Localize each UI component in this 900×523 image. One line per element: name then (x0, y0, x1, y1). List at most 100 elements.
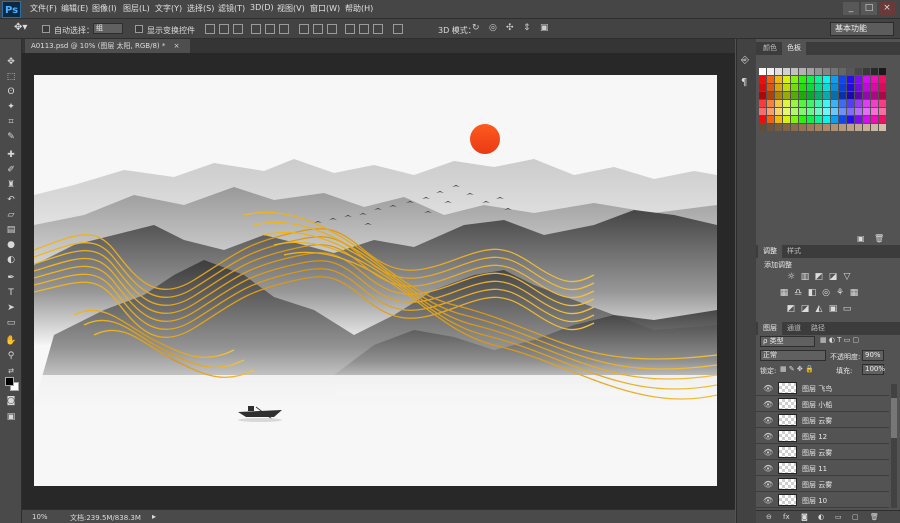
swatch[interactable] (799, 68, 806, 75)
layers-scrollbar-thumb[interactable] (891, 398, 897, 438)
swatch[interactable] (759, 116, 766, 123)
swatch[interactable] (823, 76, 830, 83)
color-balance-icon[interactable]: ♎ (793, 288, 803, 298)
swatch[interactable] (759, 92, 766, 99)
menu-layer[interactable]: 图层(L) (123, 3, 150, 14)
swatch[interactable] (823, 108, 830, 115)
swatch[interactable] (799, 108, 806, 115)
auto-select-dropdown[interactable]: 组 (93, 23, 123, 34)
swatch[interactable] (759, 76, 766, 83)
swatch[interactable] (863, 108, 870, 115)
brightness-icon[interactable]: ☼ (786, 272, 796, 282)
visibility-eye-icon[interactable]: 👁 (763, 480, 773, 489)
swatch[interactable] (783, 100, 790, 107)
swatch[interactable] (855, 84, 862, 91)
curves-icon[interactable]: ◩ (814, 272, 824, 282)
swatch[interactable] (831, 92, 838, 99)
swatch[interactable] (879, 76, 886, 83)
swatch[interactable] (767, 84, 774, 91)
marquee-tool-icon[interactable]: ⬚ (4, 71, 18, 84)
swatch[interactable] (839, 84, 846, 91)
swatch[interactable] (871, 116, 878, 123)
swatch[interactable] (839, 116, 846, 123)
swatch[interactable] (775, 92, 782, 99)
swatch[interactable] (775, 84, 782, 91)
opacity-field[interactable]: 90% (862, 350, 884, 361)
tab-adjustments[interactable]: 调整 (758, 245, 782, 258)
layer-row[interactable]: 👁 图层 云雾 (756, 412, 889, 428)
distribute-vcenter-icon[interactable] (313, 24, 323, 34)
swatch[interactable] (879, 116, 886, 123)
distribute-right-icon[interactable] (373, 24, 383, 34)
swatch[interactable] (863, 76, 870, 83)
swatch[interactable] (783, 124, 790, 131)
menu-window[interactable]: 窗口(W) (310, 3, 340, 14)
menu-filter[interactable]: 滤镜(T) (218, 3, 245, 14)
tab-paths[interactable]: 路径 (806, 322, 830, 335)
visibility-eye-icon[interactable]: 👁 (763, 448, 773, 457)
channel-mixer-icon[interactable]: ⚘ (835, 288, 845, 298)
distribute-top-icon[interactable] (299, 24, 309, 34)
3d-rotate-icon[interactable]: ↻ (472, 23, 480, 33)
swatch[interactable] (791, 76, 798, 83)
lasso-tool-icon[interactable]: ʘ (4, 86, 18, 99)
swatch[interactable] (791, 100, 798, 107)
swatch[interactable] (831, 116, 838, 123)
align-vcenter-icon[interactable] (219, 24, 229, 34)
swatch[interactable] (783, 108, 790, 115)
swatch[interactable] (767, 116, 774, 123)
swatch[interactable] (847, 124, 854, 131)
maximize-button[interactable]: □ (861, 2, 877, 15)
swatch[interactable] (855, 124, 862, 131)
swatch[interactable] (775, 76, 782, 83)
swatch[interactable] (767, 124, 774, 131)
workspace-dropdown[interactable]: 基本功能 (830, 22, 894, 36)
auto-select-checkbox[interactable] (42, 25, 50, 33)
swatch[interactable] (823, 92, 830, 99)
swatch[interactable] (831, 100, 838, 107)
posterize-icon[interactable]: ◪ (800, 304, 810, 314)
menu-edit[interactable]: 编辑(E) (61, 3, 88, 14)
menu-select[interactable]: 选择(S) (187, 3, 214, 14)
3d-roll-icon[interactable]: ◎ (489, 23, 497, 33)
swatch[interactable] (823, 100, 830, 107)
swatch[interactable] (855, 108, 862, 115)
swatch[interactable] (879, 100, 886, 107)
show-transform-checkbox[interactable] (135, 25, 143, 33)
swatch[interactable] (823, 124, 830, 131)
swatch[interactable] (799, 100, 806, 107)
swatch[interactable] (839, 124, 846, 131)
swatch[interactable] (839, 108, 846, 115)
properties-panel-icon[interactable]: ¶ (741, 77, 747, 88)
layers-scrollbar[interactable] (891, 384, 897, 508)
visibility-eye-icon[interactable]: 👁 (763, 400, 773, 409)
tab-styles[interactable]: 样式 (782, 245, 806, 258)
swatch[interactable] (767, 76, 774, 83)
layer-filter-kind[interactable]: ρ 类型 (760, 336, 815, 347)
swatch[interactable] (879, 68, 886, 75)
layer-row[interactable]: 👁 图层 12 (756, 428, 889, 444)
move-tool-preset-icon[interactable]: ✥▾ (14, 22, 27, 33)
visibility-eye-icon[interactable]: 👁 (763, 416, 773, 425)
swatch[interactable] (871, 92, 878, 99)
document-tab[interactable]: A0113.psd @ 10% (图层 太阳, RGB/8) * × (25, 39, 190, 53)
swatch[interactable] (863, 84, 870, 91)
swatch[interactable] (879, 108, 886, 115)
swatch[interactable] (783, 116, 790, 123)
visibility-eye-icon[interactable]: 👁 (763, 432, 773, 441)
layer-row[interactable]: 👁 图层 云雾 (756, 444, 889, 460)
tab-channels[interactable]: 通道 (782, 322, 806, 335)
swatch[interactable] (871, 100, 878, 107)
eraser-tool-icon[interactable]: ▱ (4, 209, 18, 222)
dodge-tool-icon[interactable]: ◐ (4, 254, 18, 267)
swatch[interactable] (831, 76, 838, 83)
exposure-icon[interactable]: ◪ (828, 272, 838, 282)
swatch[interactable] (863, 124, 870, 131)
swatch[interactable] (799, 124, 806, 131)
new-swatch-icon[interactable]: ▣ (857, 234, 865, 243)
photo-filter-icon[interactable]: ◎ (821, 288, 831, 298)
filter-pixel-icon[interactable]: ▦ ◐ T ▭ ▢ (820, 336, 859, 344)
swatch[interactable] (799, 116, 806, 123)
swatch[interactable] (807, 108, 814, 115)
3d-scale-icon[interactable]: ▣ (540, 23, 549, 33)
